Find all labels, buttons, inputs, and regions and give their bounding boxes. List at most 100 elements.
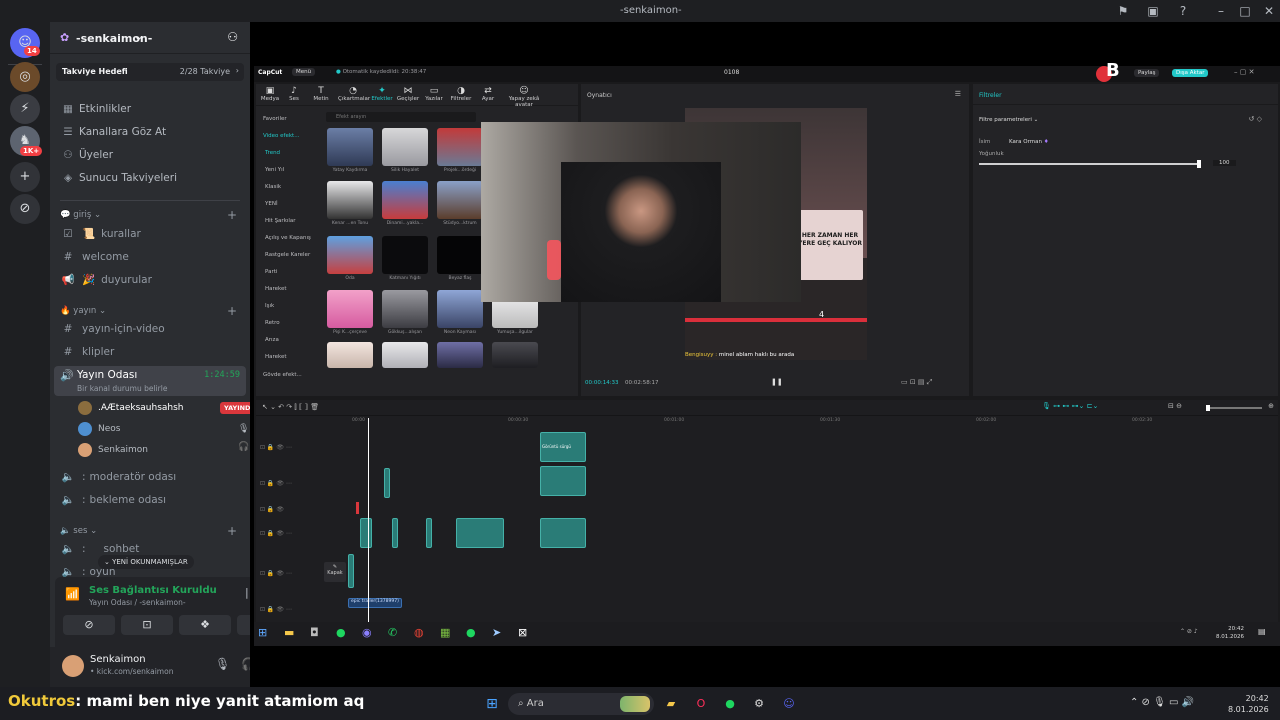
timeline-ruler[interactable]: 00:00 00:00:30 00:01:00 00:01:30 00:02:0… <box>352 418 1272 428</box>
effect-thumb[interactable] <box>492 342 538 368</box>
timeline-clip[interactable] <box>392 518 398 548</box>
track-controls[interactable]: ⊡ 🔒 👁 ⋯ <box>260 444 292 451</box>
channel-duyurular[interactable]: 📢 🎉 duyurular <box>60 270 245 290</box>
tray-icons[interactable]: ⌃ ⊘ ♪ <box>1180 628 1198 635</box>
channel-moderator[interactable]: 🔈: moderatör odası <box>60 467 245 487</box>
export-button[interactable]: Dışa Aktar <box>1172 69 1209 77</box>
channel-bekleme[interactable]: 🔈: bekleme odası <box>60 490 245 510</box>
effect-thumb[interactable] <box>327 342 373 368</box>
voice-channel[interactable]: Yayın Odası / -senkaimon- <box>89 598 186 607</box>
home-discord-icon[interactable]: ☺ 14 <box>10 28 40 58</box>
inbox-icon[interactable]: ▣ <box>1145 3 1161 19</box>
effect-thumb[interactable] <box>327 290 373 328</box>
category-item[interactable]: Yeni Yıl <box>265 167 315 173</box>
category-item[interactable]: Video efekt... <box>263 133 313 139</box>
category-yayin[interactable]: 🔥 yayın ⌄ + <box>60 304 245 318</box>
menu-icon[interactable]: ☰ <box>955 90 961 98</box>
effect-thumb[interactable] <box>437 128 483 166</box>
category-item[interactable]: Hit Şarkılar <box>265 218 315 224</box>
category-item[interactable]: Favoriler <box>263 116 313 122</box>
category-item[interactable]: Klasik <box>265 184 315 190</box>
timeline-clip[interactable] <box>384 468 390 498</box>
category-item[interactable]: Gövde efekt... <box>263 372 313 378</box>
category-giris[interactable]: 💬 giriş ⌄ + <box>60 208 245 222</box>
user-name[interactable]: Senkaimon <box>90 654 146 665</box>
channel-yayin-icin-video[interactable]: # yayın-için-video <box>60 319 245 339</box>
cover-button[interactable]: ✎ Kapak <box>324 562 346 582</box>
intensity-slider[interactable] <box>979 160 1201 168</box>
unread-pill[interactable]: ⌄ YENİ OKUNMAMIŞLAR <box>98 555 194 569</box>
timeline-clip[interactable] <box>540 466 586 496</box>
timeline-tools-icons[interactable]: ↖ ⌄ ↶ ↷ ⫿ ⟦ ⟧ 🗑 <box>262 403 319 412</box>
tool-audio[interactable]: ♪ Ses <box>282 86 306 102</box>
screen-share-button[interactable]: ⊡ <box>121 615 173 635</box>
zoom-in-icon[interactable]: ⊕ <box>1268 402 1274 410</box>
intensity-value[interactable]: 100 <box>1213 160 1236 166</box>
spotify-icon[interactable]: ● <box>336 626 346 639</box>
microphone-icon[interactable]: 🎙 <box>215 657 230 671</box>
category-ses[interactable]: 🔈 ses ⌄ + <box>60 524 245 538</box>
slider-thumb[interactable] <box>1197 160 1201 168</box>
tool-captions[interactable]: ▭ Yazılar <box>422 86 446 102</box>
share-button[interactable]: Paylaş <box>1134 69 1160 77</box>
add-server-icon[interactable]: + <box>10 162 40 192</box>
nav-browse-channels[interactable]: ☰ Kanallara Göz At <box>60 123 245 141</box>
effect-thumb[interactable] <box>437 342 483 368</box>
channel-klipler[interactable]: # klipler <box>60 342 245 362</box>
add-channel-icon[interactable]: + <box>227 524 237 538</box>
reset-icon[interactable]: ↺ ◇ <box>1249 115 1262 123</box>
timeline-clip[interactable]: Görüntü sürgü <box>540 432 586 462</box>
voice-user-2[interactable]: Neos 🎙🎧 <box>78 420 249 452</box>
menu-button[interactable]: Menü <box>292 68 316 76</box>
track-controls[interactable]: ⊡ 🔒 👁 ⋯ <box>260 480 292 487</box>
tool-adjust[interactable]: ⇄ Ayar <box>476 86 500 102</box>
channel-status-text[interactable]: Bir kanal durumu belirle <box>77 384 167 393</box>
timeline-clip[interactable] <box>348 554 354 588</box>
filter-name-field[interactable]: Kara Orman ♦ <box>1009 139 1049 145</box>
server-icon-2[interactable]: ⚡ <box>10 94 40 124</box>
tray-icons[interactable]: ⌃ ⊘ 🎙 ▭ 🔊 <box>1130 697 1194 708</box>
windows-start-icon[interactable]: ⊞ <box>483 695 501 713</box>
explorer-icon[interactable]: ▬ <box>284 626 294 639</box>
opera-icon[interactable]: O <box>692 695 710 713</box>
effect-thumb[interactable] <box>437 290 483 328</box>
category-item[interactable]: Işık <box>265 303 315 309</box>
category-item[interactable]: Açılış ve Kapanış <box>265 235 315 241</box>
browser-icon[interactable]: ◉ <box>362 626 372 639</box>
channel-yayin-odasi[interactable]: 🔊 Yayın Odası 1:24:59 Bir kanal durumu b… <box>54 366 246 396</box>
maximize-icon[interactable]: □ <box>1237 3 1253 19</box>
boost-goal-bar[interactable]: Takviye Hedefi 2/28 Takviye › <box>56 63 244 81</box>
effect-thumb[interactable] <box>382 128 428 166</box>
zoom-thumb[interactable] <box>1206 405 1210 411</box>
whatsapp-icon[interactable]: ✆ <box>388 626 397 639</box>
channel-welcome[interactable]: # welcome <box>60 247 245 267</box>
nav-members[interactable]: ⚇ Üyeler <box>60 146 245 164</box>
discover-icon[interactable]: ⊘ <box>10 194 40 224</box>
effect-search-input[interactable]: Efekt arayın <box>326 112 476 122</box>
spotify-icon[interactable]: ● <box>466 626 476 639</box>
tool-text[interactable]: T Metin <box>309 86 333 102</box>
camera-button[interactable]: ⊘ <box>63 615 115 635</box>
category-item[interactable]: Arıza <box>265 337 315 343</box>
steam-icon[interactable]: ⚙ <box>750 695 768 713</box>
audio-clip[interactable]: epic trailer(1378997) <box>348 598 402 608</box>
capcut-icon[interactable]: ⊠ <box>518 626 527 639</box>
timeline-right-tools[interactable]: 🎙 ⊶ ⊷ ⊶⌄ ⊏⌄ <box>1042 402 1098 410</box>
voice-status[interactable]: Ses Bağlantısı Kuruldu <box>89 585 217 596</box>
timeline-clip[interactable] <box>360 518 372 548</box>
zoom-slider[interactable] <box>1206 405 1262 411</box>
category-item[interactable]: YENİ <box>265 201 315 207</box>
category-item[interactable]: Rastgele Kareler <box>265 252 315 258</box>
add-channel-icon[interactable]: + <box>227 208 237 222</box>
player-controls-icons[interactable]: ▭ ⊡ ▤ ⤢ <box>901 378 932 387</box>
tool-transitions[interactable]: ⋈ Geçişler <box>396 86 420 102</box>
track-controls[interactable]: ⊡ 🔒 👁 ⋯ <box>260 530 292 537</box>
effect-thumb[interactable] <box>327 128 373 166</box>
tool-stickers[interactable]: ◔ Çıkartmalar <box>338 86 370 102</box>
tool-effects[interactable]: ✦ Efektler <box>370 86 394 102</box>
chrome-icon[interactable]: ◍ <box>414 626 424 639</box>
taskbar-search[interactable]: ⌕ Ara <box>508 693 654 715</box>
track-controls[interactable]: ⊡ 🔒 👁 <box>260 506 284 513</box>
start-icon[interactable]: ⊞ <box>258 626 267 639</box>
effect-thumb[interactable] <box>327 181 373 219</box>
